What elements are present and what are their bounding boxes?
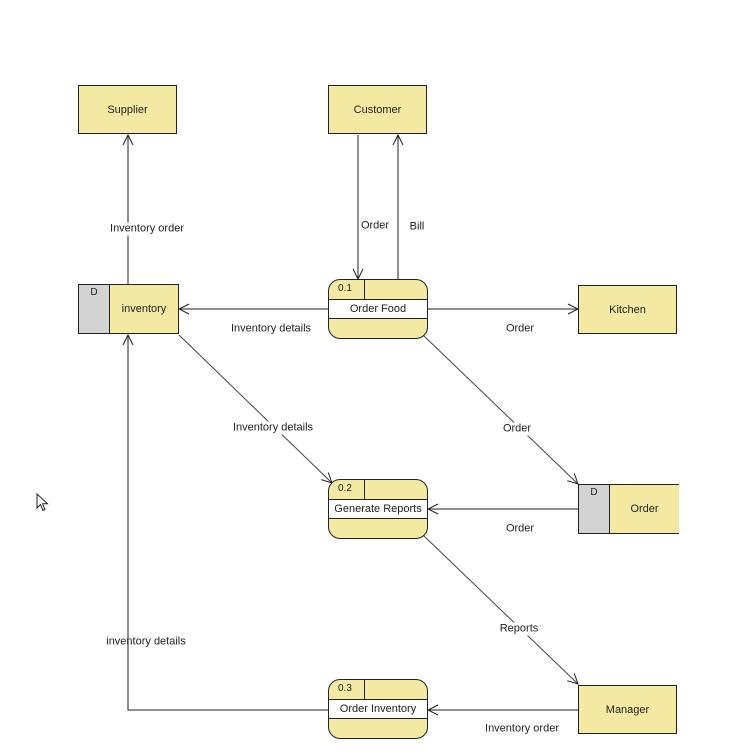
- entity-label: Customer: [353, 103, 402, 116]
- store-tag: D: [578, 484, 610, 534]
- store-label: inventory: [110, 284, 179, 334]
- entity-label: Manager: [605, 703, 650, 716]
- entity-label: Kitchen: [609, 303, 646, 316]
- flow-inventory-to-generate-reports[interactable]: [178, 334, 332, 483]
- process-label: Order Food: [329, 299, 427, 319]
- flow-order-food-to-order-store[interactable]: [423, 335, 578, 484]
- process-label: Order Inventory: [329, 699, 427, 719]
- process-number: 0.3: [329, 680, 365, 700]
- store-tag: D: [78, 284, 110, 334]
- flow-label-order-store: Order: [501, 422, 533, 436]
- flow-label-inventory-details-p1: Inventory details: [230, 322, 312, 335]
- data-store-inventory[interactable]: D inventory: [78, 284, 179, 334]
- process-order-inventory[interactable]: 0.3 Order Inventory: [328, 679, 428, 739]
- process-number: 0.2: [329, 480, 365, 500]
- flow-label-order-customer: Order: [359, 219, 391, 233]
- flow-label-inventory-details-p3: inventory details: [106, 635, 186, 648]
- flow-generate-reports-to-manager[interactable]: [423, 535, 578, 684]
- entity-kitchen[interactable]: Kitchen: [578, 285, 677, 334]
- flow-label-bill: Bill: [409, 220, 425, 233]
- flow-order-inventory-to-inventory[interactable]: [128, 335, 328, 711]
- process-number: 0.1: [329, 280, 365, 300]
- flow-label-order-kitchen: Order: [505, 322, 535, 335]
- flow-label-reports: Reports: [498, 622, 540, 636]
- data-store-order[interactable]: D Order: [578, 484, 679, 534]
- entity-manager[interactable]: Manager: [578, 685, 677, 734]
- flow-label-inventory-details-p2: Inventory details: [231, 421, 315, 435]
- store-label: Order: [610, 484, 679, 534]
- entity-supplier[interactable]: Supplier: [78, 85, 177, 134]
- entity-label: Supplier: [107, 103, 148, 116]
- flow-label-inventory-order-manager: Inventory order: [485, 722, 559, 735]
- process-order-food[interactable]: 0.1 Order Food: [328, 279, 428, 339]
- process-generate-reports[interactable]: 0.2 Generate Reports: [328, 479, 428, 539]
- entity-customer[interactable]: Customer: [328, 85, 427, 134]
- process-label: Generate Reports: [329, 499, 427, 519]
- flow-label-inventory-order-supplier: Inventory order: [109, 222, 185, 236]
- mouse-pointer-icon: [36, 493, 49, 512]
- flow-label-order-to-p2: Order: [505, 522, 535, 535]
